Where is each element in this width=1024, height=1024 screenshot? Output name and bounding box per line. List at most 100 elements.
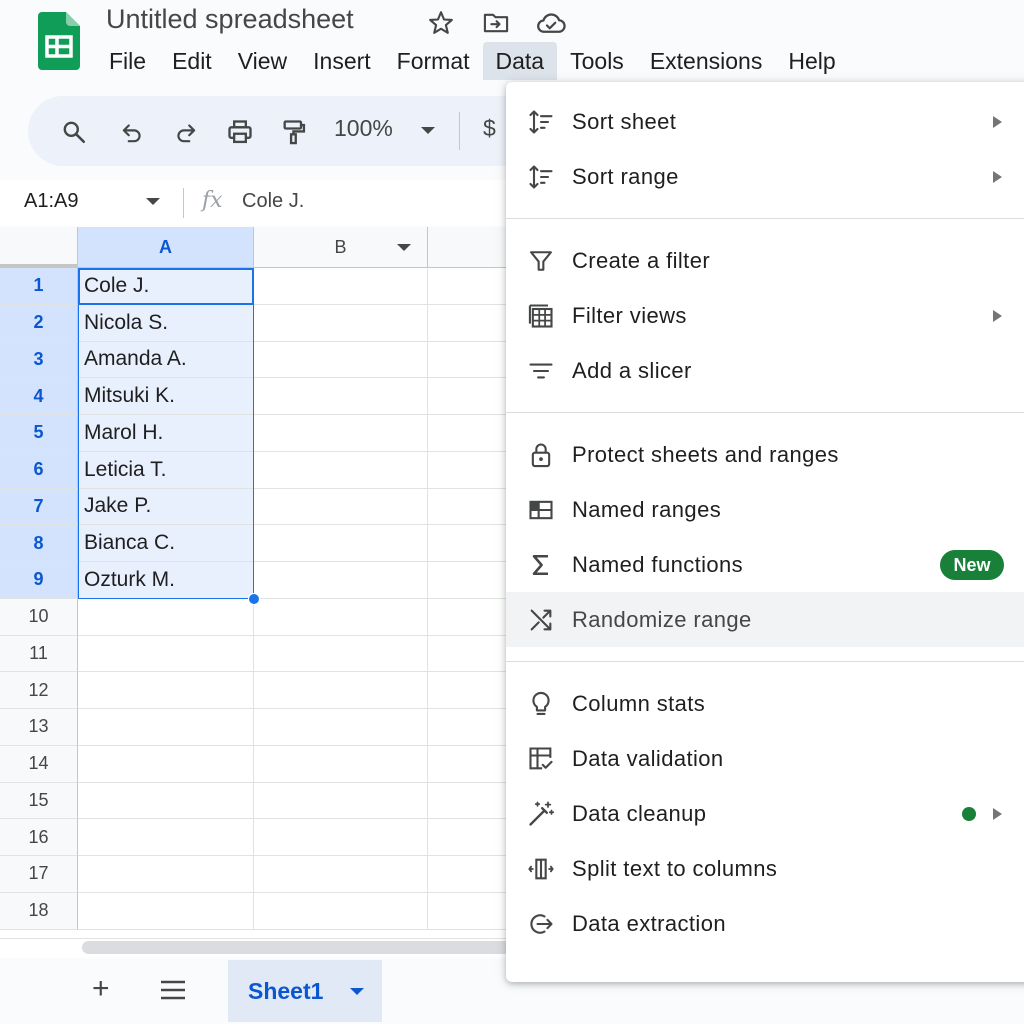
row-header[interactable]: 6 <box>0 451 78 489</box>
menu-item-sort-range[interactable]: Sort range <box>506 149 1024 204</box>
cell-a[interactable]: Mitsuki K. <box>78 378 254 415</box>
sheet-tab-menu-icon[interactable] <box>350 988 364 995</box>
row-header[interactable]: 16 <box>0 819 78 856</box>
column-b-menu-icon[interactable] <box>397 244 411 251</box>
cell-a[interactable]: Marol H. <box>78 415 254 452</box>
row-header[interactable]: 1 <box>0 268 78 305</box>
paint-format-icon[interactable] <box>278 116 310 148</box>
menu-file[interactable]: File <box>96 42 159 80</box>
cell-b[interactable] <box>254 304 428 342</box>
cell-b[interactable] <box>254 635 428 673</box>
select-all-corner[interactable] <box>0 227 78 268</box>
cell-b[interactable] <box>254 562 428 599</box>
menu-item-filter-views[interactable]: Filter views <box>506 288 1024 343</box>
cell-b[interactable] <box>254 892 428 930</box>
row-header[interactable]: 11 <box>0 635 78 673</box>
cell-b[interactable] <box>254 415 428 452</box>
cell-b[interactable] <box>254 525 428 562</box>
cell-a[interactable]: Leticia T. <box>78 451 254 489</box>
row-header[interactable]: 13 <box>0 709 78 746</box>
cell-a[interactable]: Ozturk M. <box>78 562 254 599</box>
cell-b[interactable] <box>254 268 428 305</box>
cell-b[interactable] <box>254 488 428 526</box>
cell-a[interactable] <box>78 672 254 709</box>
cell-a[interactable]: Cole J. <box>78 268 254 305</box>
cell-a[interactable] <box>78 819 254 856</box>
cell-b[interactable] <box>254 782 428 820</box>
formula-input[interactable]: Cole J. <box>242 190 304 213</box>
menu-item-add-slicer[interactable]: Add a slicer <box>506 343 1024 398</box>
row-header[interactable]: 15 <box>0 782 78 820</box>
menu-item-create-filter[interactable]: Create a filter <box>506 233 1024 288</box>
row-header[interactable]: 12 <box>0 672 78 709</box>
row-header[interactable]: 3 <box>0 341 78 379</box>
fill-handle[interactable] <box>248 593 260 605</box>
cell-b[interactable] <box>254 672 428 709</box>
row-header[interactable]: 2 <box>0 304 78 342</box>
cell-a[interactable] <box>78 782 254 820</box>
menu-item-data-cleanup[interactable]: Data cleanup <box>506 786 1024 841</box>
name-box-caret-icon[interactable] <box>146 198 160 205</box>
name-box[interactable]: A1:A9 <box>24 190 78 213</box>
row-header[interactable]: 10 <box>0 598 78 636</box>
column-header-a[interactable]: A <box>78 227 254 268</box>
zoom-caret-icon[interactable] <box>421 127 435 134</box>
cloud-saved-icon[interactable] <box>536 8 566 38</box>
row-header[interactable]: 5 <box>0 415 78 452</box>
star-icon[interactable] <box>426 8 456 38</box>
menu-insert[interactable]: Insert <box>300 42 384 80</box>
row-header[interactable]: 9 <box>0 562 78 599</box>
row-header[interactable]: 8 <box>0 525 78 562</box>
redo-icon[interactable] <box>170 116 202 148</box>
menu-edit[interactable]: Edit <box>159 42 225 80</box>
cell-a[interactable]: Jake P. <box>78 488 254 526</box>
menu-item-data-extraction[interactable]: Data extraction <box>506 896 1024 951</box>
menu-tools[interactable]: Tools <box>557 42 637 80</box>
cell-b[interactable] <box>254 819 428 856</box>
document-title[interactable]: Untitled spreadsheet <box>106 4 354 35</box>
cell-b[interactable] <box>254 341 428 379</box>
row-header[interactable]: 17 <box>0 856 78 893</box>
cell-a[interactable]: Nicola S. <box>78 304 254 342</box>
menu-item-split-text-to-columns[interactable]: Split text to columns <box>506 841 1024 896</box>
horizontal-scrollbar-thumb[interactable] <box>82 941 512 954</box>
row-header[interactable]: 14 <box>0 745 78 783</box>
row-header[interactable]: 18 <box>0 892 78 930</box>
currency-format-button[interactable]: $ <box>483 115 496 142</box>
cell-a[interactable] <box>78 745 254 783</box>
menu-item-sort-sheet[interactable]: Sort sheet <box>506 94 1024 149</box>
zoom-select[interactable]: 100% <box>334 115 393 142</box>
all-sheets-icon[interactable] <box>160 979 186 1001</box>
cell-b[interactable] <box>254 378 428 415</box>
sheet-tab-sheet1[interactable]: Sheet1 <box>228 960 382 1022</box>
row-header[interactable]: 4 <box>0 378 78 415</box>
menu-item-data-validation[interactable]: Data validation <box>506 731 1024 786</box>
cell-a[interactable] <box>78 892 254 930</box>
cell-b[interactable] <box>254 598 428 636</box>
menu-item-column-stats[interactable]: Column stats <box>506 676 1024 731</box>
cell-a[interactable]: Bianca C. <box>78 525 254 562</box>
menu-view[interactable]: View <box>225 42 300 80</box>
menu-item-randomize-range[interactable]: Randomize range <box>506 592 1024 647</box>
undo-icon[interactable] <box>116 116 148 148</box>
cell-a[interactable] <box>78 856 254 893</box>
cell-a[interactable] <box>78 635 254 673</box>
sheets-logo-icon[interactable] <box>38 12 80 70</box>
menu-item-named-functions[interactable]: Named functions New <box>506 537 1024 592</box>
move-to-folder-icon[interactable] <box>481 8 511 38</box>
menu-item-protect-sheets[interactable]: Protect sheets and ranges <box>506 427 1024 482</box>
menu-data[interactable]: Data <box>482 42 558 80</box>
menu-format[interactable]: Format <box>384 42 483 80</box>
search-menus-icon[interactable] <box>58 116 90 148</box>
menu-extensions[interactable]: Extensions <box>637 42 776 80</box>
menu-item-named-ranges[interactable]: Named ranges <box>506 482 1024 537</box>
add-sheet-button[interactable]: + <box>92 974 110 1004</box>
cell-b[interactable] <box>254 709 428 746</box>
cell-a[interactable]: Amanda A. <box>78 341 254 379</box>
menu-help[interactable]: Help <box>775 42 848 80</box>
cell-b[interactable] <box>254 856 428 893</box>
print-icon[interactable] <box>224 116 256 148</box>
cell-a[interactable] <box>78 598 254 636</box>
row-header[interactable]: 7 <box>0 488 78 526</box>
cell-b[interactable] <box>254 745 428 783</box>
